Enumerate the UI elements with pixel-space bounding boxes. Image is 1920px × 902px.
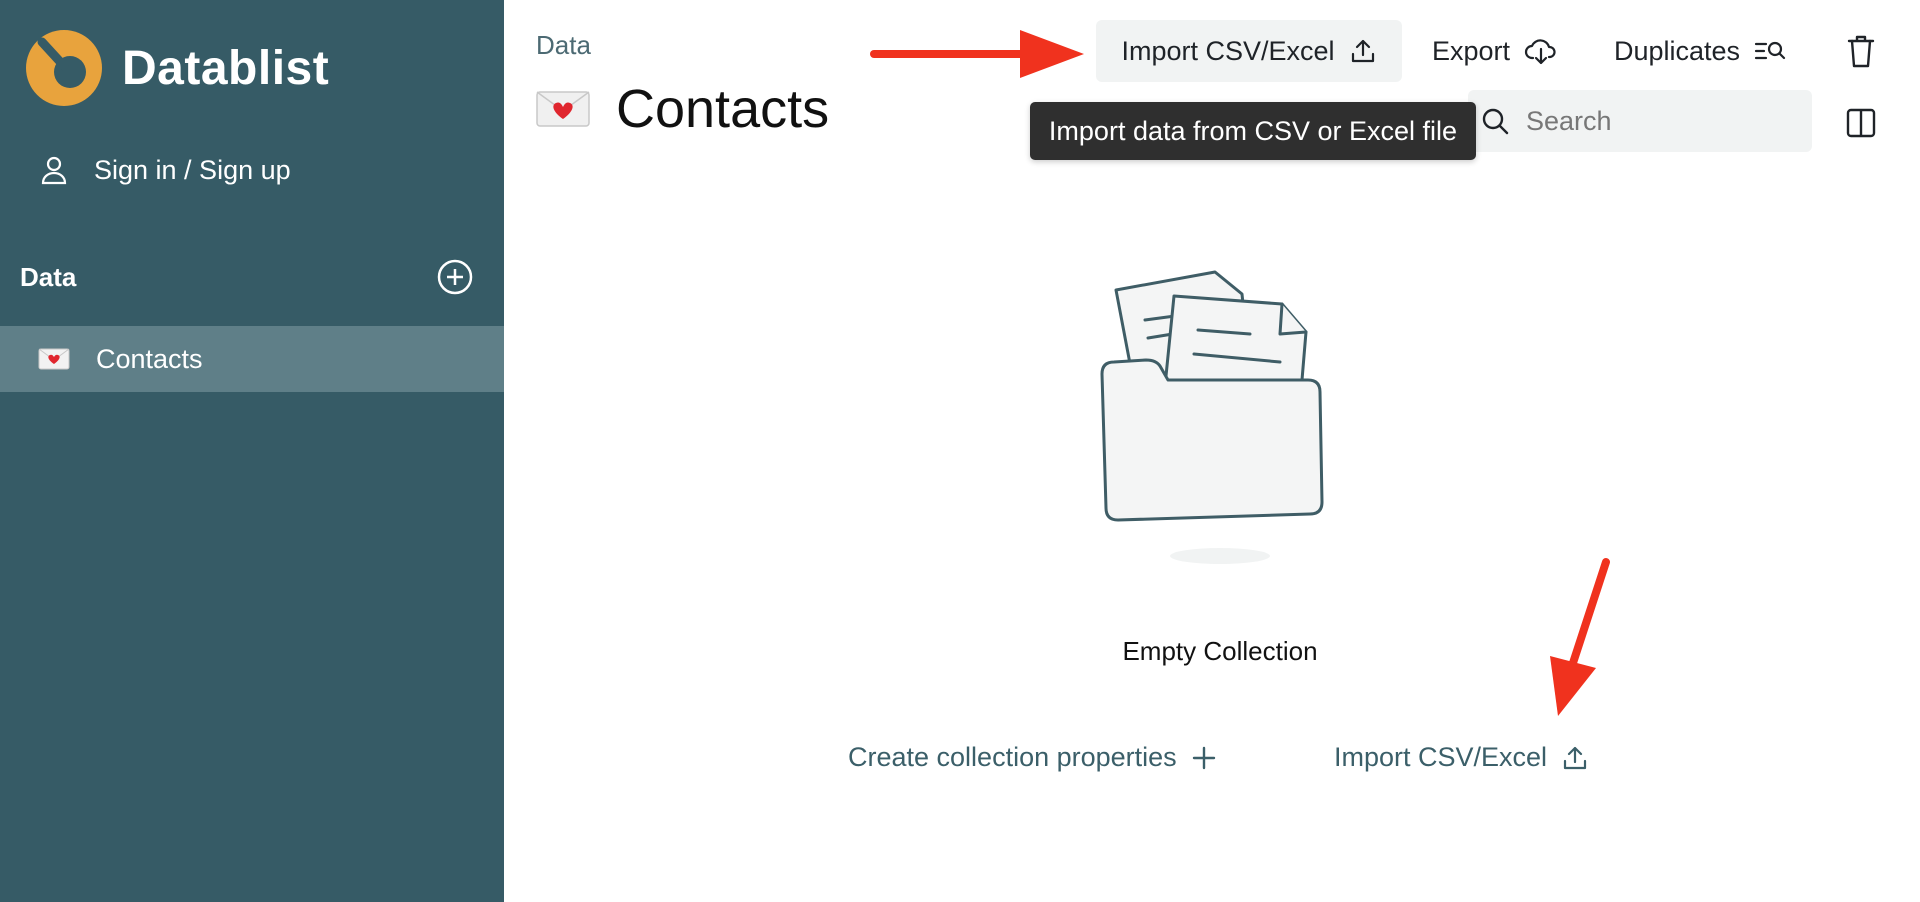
page-header: Contacts <box>536 78 829 140</box>
import-button-label: Import CSV/Excel <box>1121 35 1335 66</box>
upload-icon <box>1563 746 1587 769</box>
empty-folder-illustration <box>1100 270 1324 564</box>
trash-icon[interactable] <box>1842 32 1880 70</box>
plus-icon <box>1192 746 1215 769</box>
search-field[interactable] <box>1468 90 1812 152</box>
sign-in-label: Sign in / Sign up <box>94 154 291 185</box>
sidebar-item-label: Contacts <box>96 343 203 374</box>
search-input[interactable] <box>1524 104 1798 138</box>
add-collection-icon[interactable] <box>436 258 474 296</box>
sign-in-link[interactable]: Sign in / Sign up <box>38 154 291 186</box>
create-properties-label: Create collection properties <box>848 742 1177 772</box>
datablist-logo-icon <box>26 30 102 106</box>
empty-state-import-link[interactable]: Import CSV/Excel <box>1334 742 1589 773</box>
empty-state-import-label: Import CSV/Excel <box>1334 742 1548 772</box>
sidebar: Datablist Sign in / Sign up Data Contact… <box>0 0 504 902</box>
empty-state-title: Empty Collection <box>1122 636 1318 666</box>
export-button[interactable]: Export <box>1432 20 1558 82</box>
cloud-download-icon <box>1524 39 1556 65</box>
data-section-heading: Data <box>20 262 77 292</box>
import-csv-excel-button[interactable]: Import CSV/Excel <box>1096 20 1402 82</box>
page-title: Contacts <box>616 79 830 139</box>
love-letter-emoji-icon <box>536 91 590 127</box>
duplicates-button[interactable]: Duplicates <box>1614 20 1786 82</box>
breadcrumb[interactable]: Data <box>536 30 591 61</box>
sidebar-item-contacts[interactable]: Contacts <box>0 326 504 392</box>
upload-icon <box>1351 39 1374 63</box>
app-name: Datablist <box>122 41 330 95</box>
duplicates-button-label: Duplicates <box>1614 35 1741 66</box>
split-view-icon[interactable] <box>1842 104 1880 142</box>
love-letter-emoji-icon <box>38 348 70 370</box>
search-icon <box>1482 108 1509 135</box>
annotation-arrow-bottom <box>1550 558 1610 716</box>
create-properties-link[interactable]: Create collection properties <box>848 742 1217 773</box>
export-button-label: Export <box>1432 35 1511 66</box>
user-icon <box>41 156 67 185</box>
app-logo[interactable]: Datablist <box>24 28 329 108</box>
import-tooltip: Import data from CSV or Excel file <box>1030 102 1476 160</box>
annotation-arrow-top <box>870 30 1084 78</box>
search-list-icon <box>1754 41 1786 60</box>
